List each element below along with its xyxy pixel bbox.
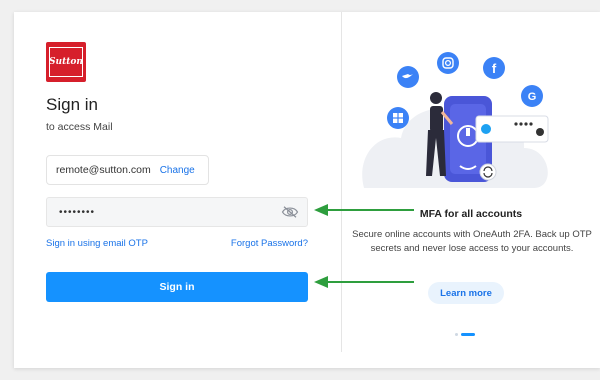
svg-text:G: G — [528, 91, 537, 103]
page-subtitle: to access Mail — [46, 121, 113, 133]
carousel-dot[interactable] — [455, 333, 458, 336]
signin-button[interactable]: Sign in — [46, 272, 308, 302]
carousel-indicator — [455, 333, 475, 336]
change-email-link[interactable]: Change — [160, 165, 195, 176]
instagram-icon — [437, 52, 459, 74]
promo-title: MFA for all accounts — [419, 208, 523, 220]
svg-text:f: f — [492, 61, 497, 76]
logo-text: Sutton — [49, 47, 83, 77]
twitter-icon — [397, 66, 419, 88]
promo-description: Secure online accounts with OneAuth 2FA.… — [352, 229, 592, 254]
panel-divider — [341, 12, 342, 352]
forgot-password-link[interactable]: Forgot Password? — [231, 238, 308, 249]
google-icon: G — [521, 85, 543, 107]
microsoft-icon — [387, 107, 409, 129]
eye-slash-icon[interactable] — [281, 205, 299, 219]
mfa-illustration: f G — [362, 52, 549, 188]
page-title: Sign in — [46, 95, 98, 114]
password-field[interactable] — [46, 197, 308, 227]
signin-links: Sign in using email OTP Forgot Password? — [46, 238, 308, 249]
annotation-arrow-signin — [314, 276, 414, 288]
email-display: remote@sutton.com Change — [46, 155, 209, 185]
learn-more-button[interactable]: Learn more — [428, 282, 504, 304]
email-value: remote@sutton.com — [56, 164, 151, 176]
facebook-icon: f — [483, 57, 505, 79]
sutton-logo: Sutton — [46, 42, 86, 82]
password-input[interactable] — [57, 205, 281, 219]
carousel-dot-active[interactable] — [461, 333, 475, 336]
email-otp-link[interactable]: Sign in using email OTP — [46, 238, 148, 249]
